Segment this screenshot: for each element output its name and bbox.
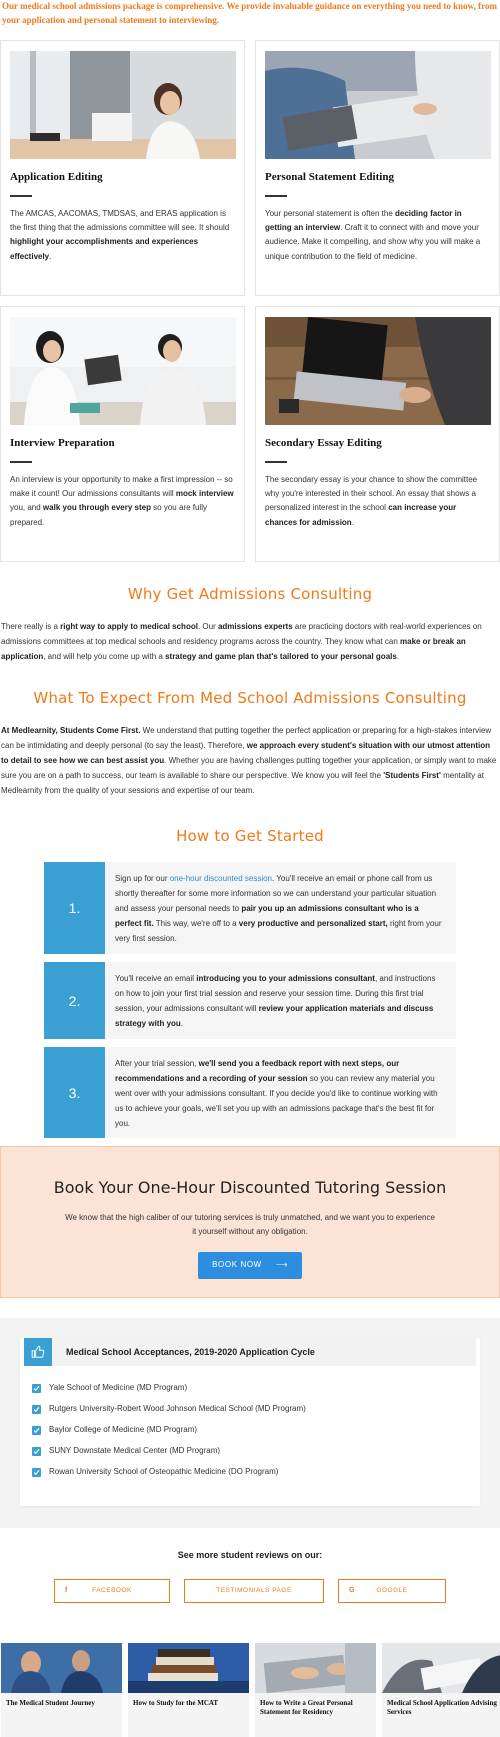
post-card[interactable]: The Medical Student Journey [1,1642,122,1737]
card-application-editing: Application Editing The AMCAS, AACOMAS, … [0,40,245,296]
checkbox-icon [32,1405,41,1415]
post-image [128,1642,249,1693]
post-title: The Medical Student Journey [1,1692,122,1737]
acceptances-title: Medical School Acceptances, 2019-2020 Ap… [66,1347,315,1358]
card-title: Secondary Essay Editing [265,437,382,449]
post-card[interactable]: Medical School Application Advising Serv… [382,1642,500,1737]
acceptances-header: Medical School Acceptances, 2019-2020 Ap… [24,1338,476,1367]
steps-list: 1. Sign up for our one-hour discounted s… [44,862,456,1139]
step-number: 2. [44,962,105,1040]
school-name: Rowan University School of Osteopathic M… [49,1467,279,1477]
photo-interview [10,317,236,425]
book-session-banner: Book Your One-Hour Discounted Tutoring S… [0,1146,500,1299]
google-label: GOOGLE [376,1586,408,1594]
list-item: Baylor College of Medicine (MD Program) [32,1420,480,1441]
step-3: 3. After your trial session, we'll send … [44,1047,456,1139]
card-secondary-essay: Secondary Essay Editing The secondary es… [255,306,500,562]
arrow-right-icon: ⟶ [275,1259,288,1269]
card-text: The secondary essay is your chance to sh… [265,474,478,527]
card-title: Application Editing [10,171,103,183]
post-title: How to Write a Great Personal Statement … [255,1692,376,1737]
list-item: Yale School of Medicine (MD Program) [32,1378,480,1399]
start-heading: How to Get Started [176,827,324,846]
photo-typing-laptop [265,317,491,425]
school-name: Yale School of Medicine (MD Program) [49,1383,188,1393]
step-2: 2. You'll receive an email introducing y… [44,962,456,1040]
step-number: 1. [44,862,105,955]
card-text: An interview is your opportunity to make… [10,474,234,527]
discounted-session-link[interactable]: one-hour discounted session [170,874,272,883]
checkbox-icon [32,1426,41,1436]
card-interview-preparation: Interview Preparation An interview is yo… [0,306,245,562]
post-card[interactable]: How to Study for the MCAT [128,1642,249,1737]
divider [10,460,32,463]
acceptances-section: Medical School Acceptances, 2019-2020 Ap… [0,1318,500,1529]
reviews-heading: See more student reviews on our: [177,1550,323,1561]
post-card[interactable]: How to Write a Great Personal Statement … [255,1642,376,1737]
reviews-section: See more student reviews on our: f FACEB… [0,1528,500,1603]
book-heading: Book Your One-Hour Discounted Tutoring S… [53,1178,447,1198]
expect-heading: What To Expect From Med School Admission… [33,689,467,708]
google-button[interactable]: G GOOGLE [338,1578,446,1603]
divider [265,194,287,197]
post-image [1,1642,122,1693]
school-name: Baylor College of Medicine (MD Program) [49,1425,198,1435]
post-image [382,1642,500,1693]
intro-lead: Our medical school admissions package is… [2,1,497,25]
card-personal-statement: Personal Statement Editing Your personal… [255,40,500,296]
step-1: 1. Sign up for our one-hour discounted s… [44,862,456,955]
step-text: You'll receive an email introducing you … [105,962,456,1040]
book-now-label: BOOK NOW [212,1259,262,1269]
facebook-button[interactable]: f FACEBOOK [54,1578,170,1603]
checkbox-icon [32,1447,41,1457]
card-text: The AMCAS, AACOMAS, TMDSAS, and ERAS app… [10,208,230,261]
checkbox-icon [32,1468,41,1478]
facebook-icon: f [65,1587,68,1595]
school-name: SUNY Downstate Medical Center (MD Progra… [49,1446,221,1456]
divider [10,194,32,197]
post-image [255,1642,376,1693]
why-heading: Why Get Admissions Consulting [127,585,373,603]
step-number: 3. [44,1047,105,1139]
book-now-button[interactable]: BOOK NOW ⟶ [198,1251,302,1279]
list-item: Rowan University School of Osteopathic M… [32,1462,480,1483]
step-text: After your trial session, we'll send you… [105,1047,456,1139]
book-text: We know that the high caliber of our tut… [65,1212,435,1237]
checkbox-icon [32,1384,41,1394]
photo-reviewing-document [265,51,491,159]
related-posts: The Medical Student Journey How to Study… [0,1642,500,1737]
school-name: Rutgers University-Robert Wood Johnson M… [49,1404,306,1414]
google-icon: G [349,1587,355,1595]
step-text: Sign up for our one-hour discounted sess… [105,862,456,955]
facebook-label: FACEBOOK [92,1586,132,1594]
expect-text: At Medlearnity, Students Come First. We … [1,726,497,795]
list-item: Rutgers University-Robert Wood Johnson M… [32,1399,480,1420]
review-buttons: f FACEBOOK TESTIMONIALS PAGE G GOOGLE [0,1578,500,1603]
testimonials-label: TESTIMONIALS PAGE [216,1586,292,1594]
card-title: Interview Preparation [10,437,115,449]
testimonials-button[interactable]: TESTIMONIALS PAGE [184,1578,324,1603]
list-item: SUNY Downstate Medical Center (MD Progra… [32,1441,480,1462]
photo-student-laptop [10,51,236,159]
post-title: How to Study for the MCAT [128,1692,249,1737]
card-text: Your personal statement is often the dec… [265,208,481,261]
card-title: Personal Statement Editing [265,171,394,183]
post-title: Medical School Application Advising Serv… [382,1692,500,1737]
services-grid: Application Editing The AMCAS, AACOMAS, … [0,30,500,562]
acceptances-list: Yale School of Medicine (MD Program) Rut… [32,1378,480,1483]
acceptances-box: Medical School Acceptances, 2019-2020 Ap… [20,1338,480,1507]
thumbs-up-icon [24,1338,52,1367]
divider [265,460,287,463]
why-text: There really is a right way to apply to … [1,622,482,661]
